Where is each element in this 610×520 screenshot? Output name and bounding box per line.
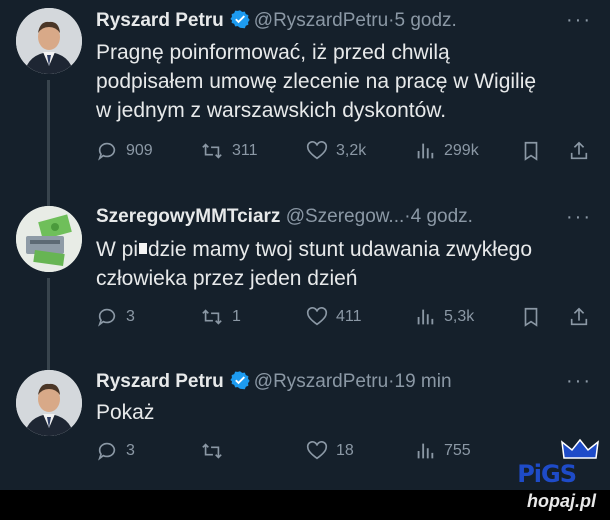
censor-mark (139, 243, 147, 254)
share-button[interactable] (568, 140, 598, 162)
reply-icon (98, 442, 116, 461)
avatar-szeregowymmtciarz[interactable] (16, 206, 82, 272)
like-count: 411 (336, 308, 362, 325)
tweet-header: Ryszard Petru @RyszardPetru·19 min (96, 370, 452, 396)
bookmark-button[interactable] (520, 140, 550, 162)
tweet-actions: 3 1 411 5,3k (96, 306, 596, 332)
reply-button[interactable]: 3 (96, 306, 135, 328)
crown-icon (561, 438, 599, 459)
tweet-actions: 909 311 3,2k 299k (96, 140, 596, 166)
tweet-thread: Ryszard Petru @RyszardPetru·5 godz. ··· P… (0, 0, 610, 490)
view-count: 299k (444, 142, 479, 159)
retweet-icon (202, 143, 222, 159)
retweet-button[interactable]: 311 (200, 140, 258, 162)
reply-icon (98, 142, 116, 161)
avatar-ryszard-petru[interactable] (16, 8, 82, 74)
user-handle[interactable]: @Szeregow... (286, 206, 405, 227)
tweet-text-line: człowieka przez jeden dzień (96, 267, 358, 290)
analytics-icon (417, 443, 434, 459)
money-printer-icon (16, 206, 82, 272)
like-button[interactable]: 3,2k (306, 140, 366, 162)
retweet-button[interactable]: 1 (200, 306, 241, 328)
tweet-text-line: w jednym z warszawskich dyskontów. (96, 99, 447, 122)
bookmark-button[interactable] (520, 306, 550, 328)
reply-icon (98, 308, 116, 327)
tweet-text-line: Pragnę poinformować, iż przed chwilą (96, 41, 450, 64)
more-options-icon[interactable]: ··· (566, 370, 592, 393)
profile-photo-icon (16, 370, 82, 436)
tweet-header: Ryszard Petru @RyszardPetru·5 godz. (96, 9, 457, 35)
display-name[interactable]: SzeregowyMMTciarz (96, 206, 280, 227)
view-count: 755 (444, 442, 471, 459)
heart-icon (306, 141, 328, 160)
retweet-button[interactable] (200, 440, 232, 462)
timestamp[interactable]: 5 godz. (395, 10, 457, 31)
tweet-text-line: Pokaż (96, 401, 155, 424)
tweet-text: Pokaż (96, 398, 596, 427)
user-handle[interactable]: @RyszardPetru (254, 10, 388, 31)
heart-icon (306, 307, 328, 326)
timestamp[interactable]: 4 godz. (411, 206, 473, 227)
bookmark-icon (524, 307, 538, 327)
like-button[interactable]: 411 (306, 306, 362, 328)
tweet-text: Pragnę poinformować, iż przed chwilą pod… (96, 38, 596, 125)
like-button[interactable]: 18 (306, 440, 354, 462)
watermark-brand: PiGS (517, 460, 577, 488)
tweet-header: SzeregowyMMTciarz @Szeregow...·4 godz. (96, 206, 473, 228)
retweet-icon (202, 309, 222, 325)
reply-count: 3 (126, 442, 135, 459)
reply-button[interactable]: 909 (96, 140, 153, 162)
reply-count: 3 (126, 308, 135, 325)
watermark-site: hopaj.pl (527, 491, 596, 511)
share-icon (570, 307, 588, 326)
tweet-text: W pi dzie mamy twoj stunt udawania zwykłe… (96, 235, 596, 293)
verified-badge-icon (230, 370, 250, 396)
verified-badge-icon (230, 9, 250, 35)
timestamp[interactable]: 19 min (395, 371, 452, 392)
more-options-icon[interactable]: ··· (566, 206, 592, 229)
tweet-text-part: W pi (96, 238, 138, 261)
tweet-text-line: podpisałem umowę zlecenie na pracę w Wig… (96, 70, 537, 93)
display-name[interactable]: Ryszard Petru (96, 371, 224, 392)
retweet-icon (202, 443, 222, 459)
tweet-text-line: W pi dzie mamy twoj stunt udawania zwykłe… (96, 235, 596, 264)
analytics-icon (417, 143, 434, 159)
avatar-ryszard-petru[interactable] (16, 370, 82, 436)
bookmark-icon (524, 141, 538, 161)
more-options-icon[interactable]: ··· (566, 9, 592, 32)
view-count: 5,3k (444, 308, 475, 325)
thread-connector-line (47, 80, 50, 210)
like-count: 3,2k (336, 142, 367, 159)
views-button[interactable]: 299k (414, 140, 479, 162)
like-count: 18 (336, 442, 354, 459)
analytics-icon (417, 309, 434, 325)
reply-count: 909 (126, 142, 153, 159)
reply-button[interactable]: 3 (96, 440, 135, 462)
watermark: PiGS hopaj.pl (496, 438, 606, 518)
share-icon (570, 141, 588, 160)
retweet-count: 1 (232, 308, 241, 325)
retweet-count: 311 (232, 142, 258, 159)
display-name[interactable]: Ryszard Petru (96, 10, 224, 31)
share-button[interactable] (568, 306, 598, 328)
profile-photo-icon (16, 8, 82, 74)
heart-icon (306, 441, 328, 460)
user-handle[interactable]: @RyszardPetru (254, 371, 388, 392)
views-button[interactable]: 755 (414, 440, 471, 462)
views-button[interactable]: 5,3k (414, 306, 474, 328)
tweet-text-part: dzie mamy twoj stunt udawania zwykłego (148, 238, 533, 261)
